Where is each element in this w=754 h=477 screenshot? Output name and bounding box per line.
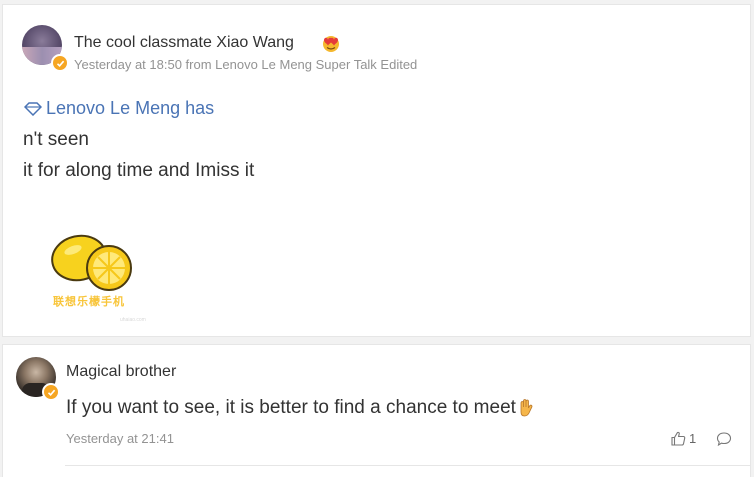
- image-watermark: uhaiao.com: [120, 317, 146, 323]
- topic-link-text[interactable]: Lenovo Le Meng has: [46, 98, 214, 119]
- comment-text: If you want to see, it is better to find…: [66, 397, 535, 419]
- thumbs-up-icon: [671, 431, 686, 446]
- verified-badge-icon: [42, 383, 60, 401]
- comment-timestamp: Yesterday at 21:41: [66, 431, 174, 446]
- topic-link[interactable]: Lenovo Le Meng has: [24, 98, 214, 119]
- like-button[interactable]: 1: [671, 431, 696, 446]
- post-text-line: it for along time and Imiss it: [23, 160, 255, 181]
- comment-author-name[interactable]: Magical brother: [66, 363, 176, 381]
- post-meta: Yesterday at 18:50 from Lenovo Le Meng S…: [74, 57, 418, 72]
- image-caption: 联想乐檬手机: [53, 296, 125, 308]
- lemon-image[interactable]: [43, 230, 163, 330]
- waving-hand-emoji-icon: [520, 399, 533, 417]
- comment-body: If you want to see, it is better to find…: [66, 397, 516, 418]
- heart-eyes-emoji-icon: [323, 36, 339, 52]
- verified-badge-icon: [51, 54, 69, 72]
- like-count: 1: [689, 431, 697, 446]
- weibo-post-card: The cool classmate Xiao Wang Yesterday a…: [2, 4, 751, 337]
- diamond-topic-icon: [24, 101, 42, 116]
- post-author-name[interactable]: The cool classmate Xiao Wang: [74, 34, 294, 52]
- divider: [65, 465, 750, 466]
- comment-bubble-icon[interactable]: [716, 431, 732, 447]
- post-text-line: n't seen: [23, 129, 89, 150]
- comment-card: Magical brother If you want to see, it i…: [2, 344, 751, 477]
